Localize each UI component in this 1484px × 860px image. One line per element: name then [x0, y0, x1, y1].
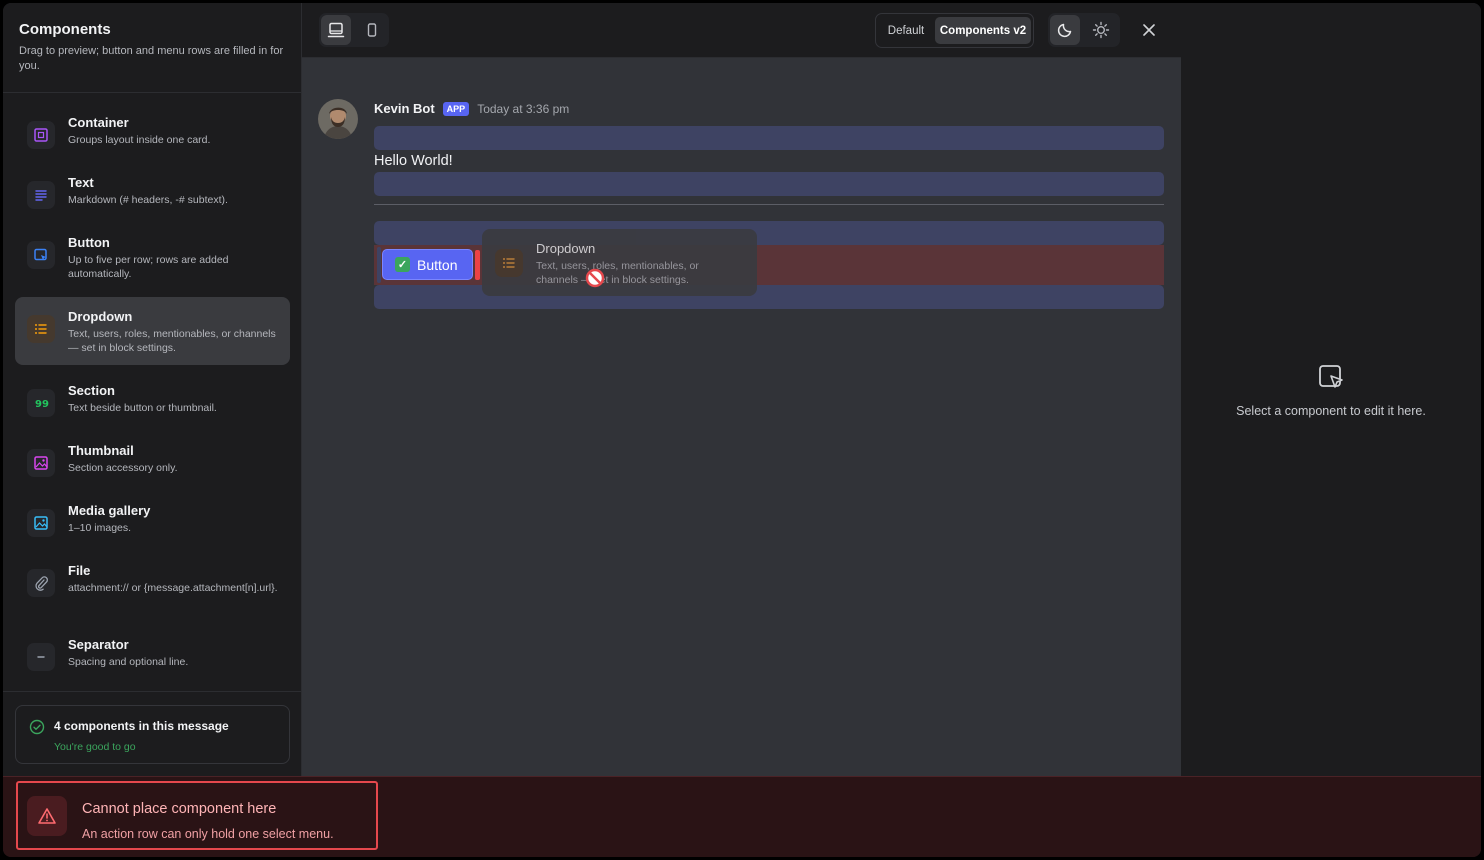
thumbnail-icon: [27, 449, 55, 477]
drag-ghost-desc: Text, users, roles, mentionables, or cha…: [536, 260, 699, 286]
palette-item-desc: Spacing and optional line.: [68, 656, 189, 668]
message-separator: [374, 204, 1164, 205]
palette-item-text[interactable]: Text Markdown (# headers, -# subtext).: [15, 163, 290, 223]
app-badge: APP: [442, 101, 470, 116]
error-toast-bar: Cannot place component here An action ro…: [3, 776, 1481, 857]
palette-item-dropdown[interactable]: Dropdown Text, users, roles, mentionable…: [15, 297, 290, 365]
sidebar-header: Components Drag to preview; button and m…: [3, 3, 302, 93]
light-theme-button[interactable]: [1086, 15, 1116, 45]
palette-item-name: Dropdown: [68, 309, 133, 324]
mode-components-v2-button[interactable]: Components v2: [935, 17, 1031, 44]
palette-item-container[interactable]: Container Groups layout inside one card.: [15, 103, 290, 163]
sidebar-title: Components: [19, 21, 111, 38]
desktop-view-button[interactable]: [321, 15, 351, 45]
mode-switch: Default Components v2: [875, 13, 1034, 48]
action-row-marker: [377, 247, 381, 283]
palette-item-desc: Text beside button or thumbnail.: [68, 402, 217, 414]
phone-icon: [367, 23, 377, 37]
status-ok-text: You're good to go: [54, 741, 136, 753]
palette-item-name: Container: [68, 115, 129, 130]
palette-item-section[interactable]: 99 Section Text beside button or thumbna…: [15, 371, 290, 431]
error-toast[interactable]: Cannot place component here An action ro…: [16, 781, 378, 850]
error-title: Cannot place component here: [82, 801, 277, 817]
select-component-icon: [1319, 365, 1343, 388]
drop-zone[interactable]: [374, 172, 1164, 196]
checkmark-icon: ✓: [395, 257, 410, 272]
preview-button-label: Button: [417, 256, 458, 273]
palette-item-name: Separator: [68, 637, 129, 652]
palette-item-name: Thumbnail: [68, 443, 134, 458]
theme-toggle: [1048, 13, 1120, 47]
drop-zone[interactable]: [374, 126, 1164, 150]
drag-ghost-name: Dropdown: [536, 241, 596, 256]
author-name[interactable]: Kevin Bot: [374, 101, 435, 116]
warning-icon: [27, 796, 67, 836]
palette-item-name: Button: [68, 235, 110, 250]
drag-ghost-dropdown: Dropdown Text, users, roles, mentionable…: [482, 229, 757, 296]
dark-theme-button[interactable]: [1050, 15, 1080, 45]
close-icon: [1143, 24, 1155, 36]
dropdown-icon: [27, 315, 55, 343]
preview-toolbar: Default Components v2: [302, 3, 1181, 58]
dropdown-icon: [495, 249, 523, 277]
palette-item-desc: attachment:// or {message.attachment[n].…: [68, 582, 278, 594]
insert-indicator: [475, 250, 480, 280]
sidebar-divider: [3, 691, 302, 692]
palette-item-desc: Section accessory only.: [68, 462, 178, 474]
close-button[interactable]: [1135, 16, 1163, 44]
sun-icon: [1092, 21, 1110, 39]
sidebar-subtitle: Drag to preview; button and menu rows ar…: [19, 45, 284, 72]
button-icon: [27, 241, 55, 269]
not-allowed-cursor-icon: [585, 268, 605, 288]
message-header: Kevin Bot APP Today at 3:36 pm: [374, 101, 569, 116]
components-sidebar: Components Drag to preview; button and m…: [3, 3, 302, 776]
preview-button[interactable]: ✓ Button: [382, 249, 473, 280]
palette-item-file[interactable]: File attachment:// or {message.attachmen…: [15, 551, 290, 625]
preview-area: Default Components v2 Kevin Bot APP Toda…: [302, 3, 1181, 776]
device-toggle: [319, 13, 389, 47]
message-status-card: 4 components in this message You're good…: [15, 705, 290, 764]
mobile-view-button[interactable]: [357, 15, 387, 45]
message-text: Hello World!: [374, 153, 453, 169]
avatar[interactable]: [318, 99, 358, 139]
palette-item-media-gallery[interactable]: Media gallery 1–10 images.: [15, 491, 290, 551]
palette-item-name: Media gallery: [68, 503, 151, 518]
palette-item-desc: Text, users, roles, mentionables, or cha…: [68, 328, 276, 354]
mode-default-button[interactable]: Default: [879, 17, 933, 44]
component-count: 4 components in this message: [54, 719, 229, 733]
text-icon: [27, 181, 55, 209]
inspector-empty-text: Select a component to edit it here.: [1236, 404, 1426, 418]
inspector-panel: Select a component to edit it here.: [1181, 3, 1481, 776]
palette-item-name: File: [68, 563, 91, 578]
palette-item-separator[interactable]: Separator Spacing and optional line.: [15, 625, 290, 685]
media-gallery-icon: [27, 509, 55, 537]
palette-item-name: Text: [68, 175, 94, 190]
svg-text:99: 99: [35, 399, 49, 410]
app-window: Components Drag to preview; button and m…: [3, 3, 1481, 857]
palette-item-thumbnail[interactable]: Thumbnail Section accessory only.: [15, 431, 290, 491]
palette-item-button[interactable]: Button Up to five per row; rows are adde…: [15, 223, 290, 297]
check-circle-icon: [29, 719, 45, 740]
laptop-icon: [327, 22, 345, 38]
section-icon: 99: [27, 389, 55, 417]
message-timestamp: Today at 3:36 pm: [477, 101, 570, 116]
container-icon: [27, 121, 55, 149]
palette-item-desc: Up to five per row; rows are added autom…: [68, 254, 229, 280]
separator-icon: [27, 643, 55, 671]
palette-item-desc: 1–10 images.: [68, 522, 132, 534]
paperclip-icon: [27, 569, 55, 597]
moon-icon: [1057, 23, 1072, 38]
palette-item-name: Section: [68, 383, 115, 398]
component-palette: Container Groups layout inside one card.…: [15, 103, 290, 685]
palette-item-desc: Markdown (# headers, -# subtext).: [68, 194, 228, 206]
error-description: An action row can only hold one select m…: [82, 827, 334, 841]
palette-item-desc: Groups layout inside one card.: [68, 134, 211, 146]
